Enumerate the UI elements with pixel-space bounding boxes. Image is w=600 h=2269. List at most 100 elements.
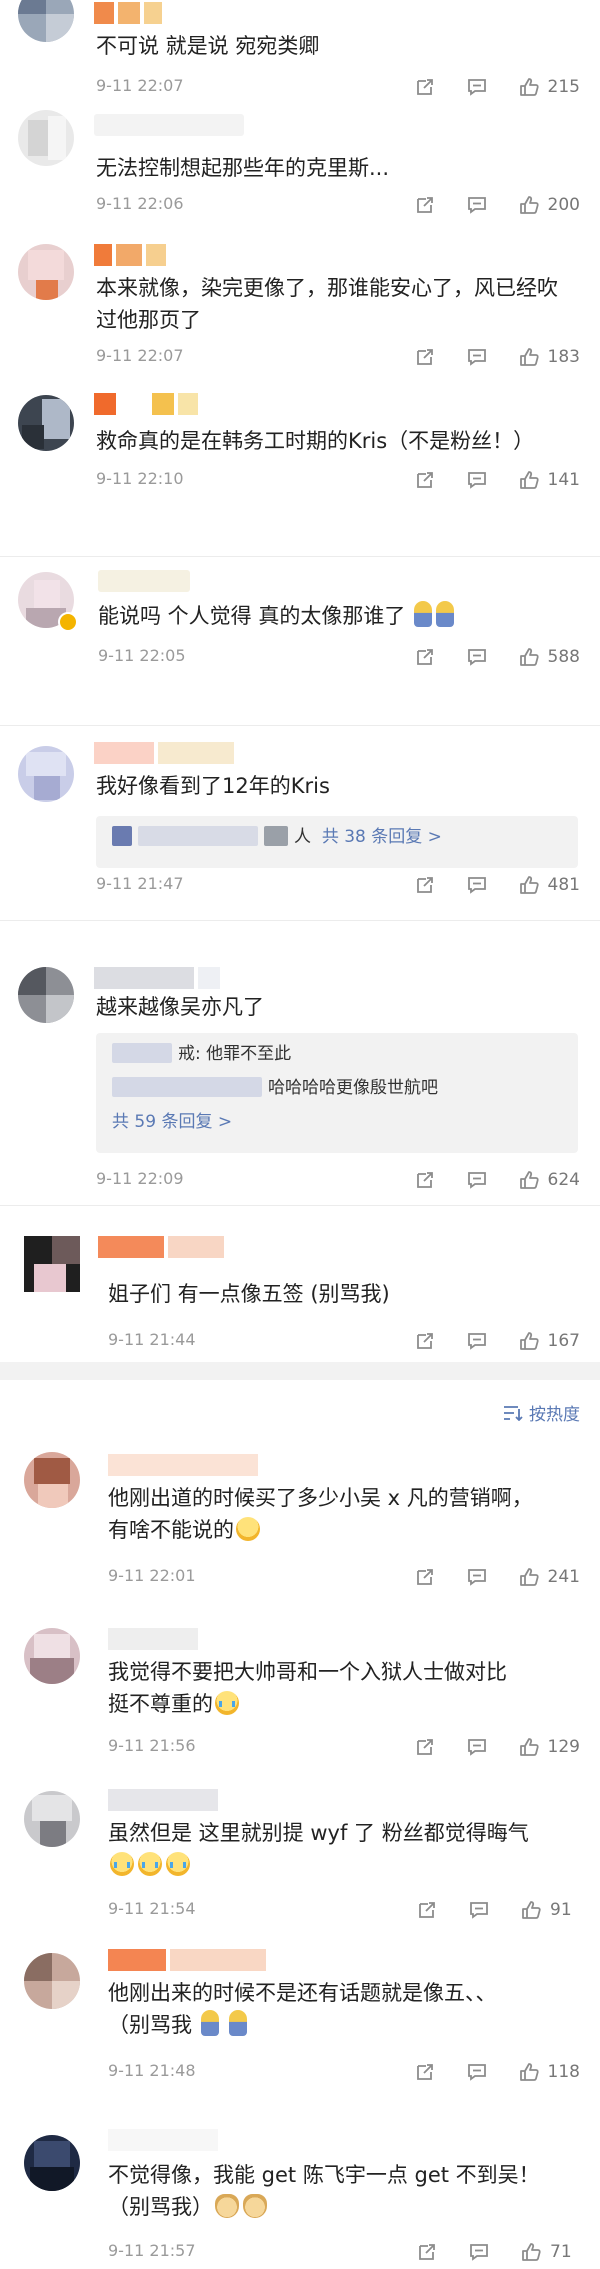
reply-box[interactable]: 戒: 他罪不至此 哈哈哈哈更像殷世航吧 共 59 条回复 > xyxy=(96,1033,578,1153)
comment-time: 9-11 21:57 xyxy=(108,2241,196,2260)
comment-meta: 9-11 22:10 141 xyxy=(96,465,580,495)
comment-item: 不可说 就是说 宛宛类卿 9-11 22:07 215 xyxy=(0,0,600,100)
thumbs-up-icon[interactable] xyxy=(518,1566,540,1588)
emoji-icon xyxy=(243,2194,267,2218)
share-icon[interactable] xyxy=(414,346,436,368)
comment-meta: 9-11 21:54 91 xyxy=(108,1895,580,1925)
comment-icon[interactable] xyxy=(466,1169,488,1191)
comment-icon[interactable] xyxy=(466,76,488,98)
username[interactable] xyxy=(108,2129,222,2151)
comment-text-content: 他刚出来的时候不是还有话题就是像五、、 （别骂我 xyxy=(108,1981,497,2037)
like-count: 481 xyxy=(547,875,580,895)
like-count: 588 xyxy=(547,647,580,667)
avatar[interactable] xyxy=(18,244,74,300)
comment-item: 虽然但是 这里就别提 wyf 了 粉丝都觉得晦气 9-11 21:54 91 xyxy=(0,1785,600,1935)
like-count: 71 xyxy=(550,2242,572,2262)
thumbs-up-icon[interactable] xyxy=(518,346,540,368)
view-replies-link[interactable]: 共 59 条回复 > xyxy=(112,1105,562,1139)
share-icon[interactable] xyxy=(414,194,436,216)
thumbs-up-icon[interactable] xyxy=(518,76,540,98)
comment-item: 不觉得像，我能 get 陈飞宇一点 get 不到吴！ （别骂我） 9-11 21… xyxy=(0,2115,600,2269)
username[interactable] xyxy=(108,1789,222,1811)
username[interactable] xyxy=(98,570,190,592)
comment-icon[interactable] xyxy=(466,2061,488,2083)
username[interactable] xyxy=(94,244,170,266)
reply-text: 哈哈哈哈更像殷世航吧 xyxy=(268,1078,438,1098)
comment-meta: 9-11 21:56 129 xyxy=(108,1732,580,1762)
comment-icon[interactable] xyxy=(466,469,488,491)
emoji-icon xyxy=(236,1517,260,1541)
reply-user xyxy=(264,826,288,846)
username[interactable] xyxy=(94,2,166,24)
comment-icon[interactable] xyxy=(466,1736,488,1758)
emoji-icon xyxy=(110,1852,134,1876)
avatar[interactable] xyxy=(24,1953,80,2009)
avatar[interactable] xyxy=(18,746,74,802)
thumbs-up-icon[interactable] xyxy=(518,194,540,216)
username[interactable] xyxy=(98,1236,228,1258)
sort-toggle[interactable]: 按热度 xyxy=(503,1400,580,1425)
share-icon[interactable] xyxy=(414,874,436,896)
avatar[interactable] xyxy=(18,395,74,451)
reply-user xyxy=(112,826,132,846)
comment-meta: 9-11 22:07 215 xyxy=(96,72,580,102)
comment-text-content: 他刚出道的时候买了多少小吴 x 凡的营销啊， 有啥不能说的 xyxy=(108,1486,533,1542)
view-replies-link[interactable]: 共 38 条回复 > xyxy=(322,827,442,847)
comment-icon[interactable] xyxy=(466,346,488,368)
avatar[interactable] xyxy=(18,0,74,42)
comment-icon[interactable] xyxy=(466,1330,488,1352)
share-icon[interactable] xyxy=(414,1566,436,1588)
divider xyxy=(0,556,600,557)
avatar[interactable] xyxy=(24,1628,80,1684)
thumbs-up-icon[interactable] xyxy=(518,874,540,896)
thumbs-up-icon[interactable] xyxy=(518,1736,540,1758)
comment-text: 姐子们 有一点像五签 (别骂我) xyxy=(108,1282,390,1306)
comment-time: 9-11 21:56 xyxy=(108,1736,196,1755)
comment-icon[interactable] xyxy=(466,194,488,216)
username[interactable] xyxy=(108,1628,202,1650)
reply-user xyxy=(112,1043,172,1063)
avatar[interactable] xyxy=(24,1236,80,1292)
thumbs-up-icon[interactable] xyxy=(520,2241,542,2263)
thumbs-up-icon[interactable] xyxy=(518,1330,540,1352)
avatar[interactable] xyxy=(18,967,74,1023)
username[interactable] xyxy=(108,1454,262,1476)
share-icon[interactable] xyxy=(414,469,436,491)
share-icon[interactable] xyxy=(416,1899,438,1921)
reply-box[interactable]: 人 共 38 条回复 > xyxy=(96,816,578,868)
username[interactable] xyxy=(94,114,244,136)
share-icon[interactable] xyxy=(414,1169,436,1191)
thumbs-up-icon[interactable] xyxy=(518,646,540,668)
like-count: 241 xyxy=(547,1567,580,1587)
comment-meta: 9-11 22:01 241 xyxy=(108,1562,580,1592)
share-icon[interactable] xyxy=(414,646,436,668)
avatar[interactable] xyxy=(18,110,74,166)
username[interactable] xyxy=(94,967,224,989)
share-icon[interactable] xyxy=(414,2061,436,2083)
username[interactable] xyxy=(94,742,238,764)
thumbs-up-icon[interactable] xyxy=(518,2061,540,2083)
share-icon[interactable] xyxy=(414,1330,436,1352)
username[interactable] xyxy=(108,1949,270,1971)
share-icon[interactable] xyxy=(416,2241,438,2263)
avatar[interactable] xyxy=(24,1791,80,1847)
comment-icon[interactable] xyxy=(468,1899,490,1921)
avatar[interactable] xyxy=(24,2135,80,2191)
comment-icon[interactable] xyxy=(466,1566,488,1588)
like-count: 91 xyxy=(550,1900,572,1920)
comment-time: 9-11 21:48 xyxy=(108,2061,196,2080)
username[interactable] xyxy=(94,393,202,415)
comment-icon[interactable] xyxy=(468,2241,490,2263)
verified-badge-icon xyxy=(58,612,78,632)
thumbs-up-icon[interactable] xyxy=(520,1899,542,1921)
comment-time: 9-11 22:07 xyxy=(96,346,184,365)
share-icon[interactable] xyxy=(414,1736,436,1758)
avatar[interactable] xyxy=(24,1452,80,1508)
comment-time: 9-11 21:47 xyxy=(96,874,184,893)
comment-icon[interactable] xyxy=(466,874,488,896)
thumbs-up-icon[interactable] xyxy=(518,469,540,491)
share-icon[interactable] xyxy=(414,76,436,98)
thumbs-up-icon[interactable] xyxy=(518,1169,540,1191)
comment-icon[interactable] xyxy=(466,646,488,668)
like-count: 141 xyxy=(547,470,580,490)
